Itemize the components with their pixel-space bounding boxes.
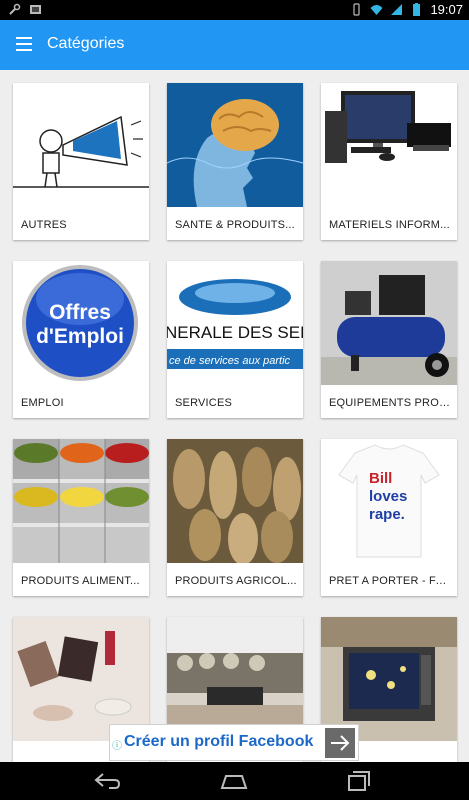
category-label: EMPLOI bbox=[21, 397, 64, 409]
maison-image bbox=[167, 617, 303, 741]
category-card-equipements[interactable]: EQUIPEMENTS PROF... bbox=[321, 261, 457, 418]
services-line2: ce de services aux partic bbox=[169, 355, 291, 367]
navigation-bar bbox=[0, 762, 469, 800]
status-time: 19:07 bbox=[430, 2, 463, 17]
app-bar: Catégories bbox=[0, 20, 469, 70]
category-card-produits-agricoles[interactable]: PRODUITS AGRICOL... bbox=[167, 439, 303, 596]
category-card-pret-a-porter[interactable]: Bill loves rape. PRET A PORTER - FA... bbox=[321, 439, 457, 596]
wrench-icon bbox=[9, 3, 21, 15]
category-card-emploi[interactable]: Offres d'Emploi EMPLOI bbox=[13, 261, 149, 418]
services-image: NERALE DES SERVIC ce de services aux par… bbox=[167, 261, 303, 385]
produits-agricoles-image bbox=[167, 439, 303, 563]
category-card-autres[interactable]: AUTRES bbox=[13, 83, 149, 240]
pret-a-porter-image: Bill loves rape. bbox=[321, 439, 457, 563]
ad-info-icon[interactable]: ⓘ bbox=[112, 737, 122, 752]
signal-icon bbox=[391, 4, 403, 15]
category-card-sante[interactable]: SANTE & PRODUITS... bbox=[167, 83, 303, 240]
arrow-right-icon bbox=[331, 735, 350, 751]
equipements-image bbox=[321, 261, 457, 385]
image-notification-icon bbox=[30, 5, 41, 14]
autres-image bbox=[13, 83, 149, 207]
services-line1: NERALE DES SERVIC bbox=[167, 323, 303, 342]
ad-text: Créer un profil Facebook bbox=[124, 733, 314, 750]
vibrate-icon bbox=[353, 3, 361, 16]
category-label: EQUIPEMENTS PROF... bbox=[329, 397, 451, 409]
ad-arrow-button[interactable] bbox=[325, 728, 355, 758]
category-label: SERVICES bbox=[175, 397, 233, 409]
ad-banner[interactable]: ⓘ Créer un profil Facebook bbox=[109, 724, 359, 761]
category-label: PRODUITS ALIMENT... bbox=[21, 575, 140, 587]
emploi-line2: d'Emploi bbox=[36, 325, 124, 348]
home-icon[interactable] bbox=[220, 770, 248, 792]
recent-apps-icon[interactable] bbox=[345, 770, 373, 792]
category-label: MATERIELS INFORM... bbox=[329, 219, 450, 231]
status-bar: 19:07 bbox=[0, 0, 469, 20]
tshirt-line3: rape. bbox=[369, 506, 405, 523]
category-card-produits-alimentaires[interactable]: PRODUITS ALIMENT... bbox=[13, 439, 149, 596]
produits-alimentaires-image bbox=[13, 439, 149, 563]
category-grid: AUTRES SANTE & PRODUITS... MATERIELS INF… bbox=[0, 70, 469, 762]
emploi-image: Offres d'Emploi bbox=[13, 261, 149, 385]
category-label: PRET A PORTER - FA... bbox=[329, 575, 451, 587]
page-title: Catégories bbox=[47, 35, 125, 52]
emploi-line1: Offres bbox=[49, 301, 111, 324]
menu-icon[interactable] bbox=[16, 37, 32, 51]
tshirt-line2: loves bbox=[369, 488, 407, 505]
battery-icon bbox=[413, 3, 421, 16]
category-label: SANTE & PRODUITS... bbox=[175, 219, 295, 231]
tshirt-line1: Bill bbox=[369, 470, 392, 487]
category-card-services[interactable]: NERALE DES SERVIC ce de services aux par… bbox=[167, 261, 303, 418]
category-label: AUTRES bbox=[21, 219, 67, 231]
category-card-materiels[interactable]: MATERIELS INFORM... bbox=[321, 83, 457, 240]
cosmetiques-image bbox=[13, 617, 149, 741]
back-icon[interactable] bbox=[93, 770, 121, 792]
category-label: PRODUITS AGRICOL... bbox=[175, 575, 297, 587]
materiels-image bbox=[321, 83, 457, 207]
electronique-image bbox=[321, 617, 457, 741]
sante-image bbox=[167, 83, 303, 207]
wifi-icon bbox=[370, 5, 383, 15]
